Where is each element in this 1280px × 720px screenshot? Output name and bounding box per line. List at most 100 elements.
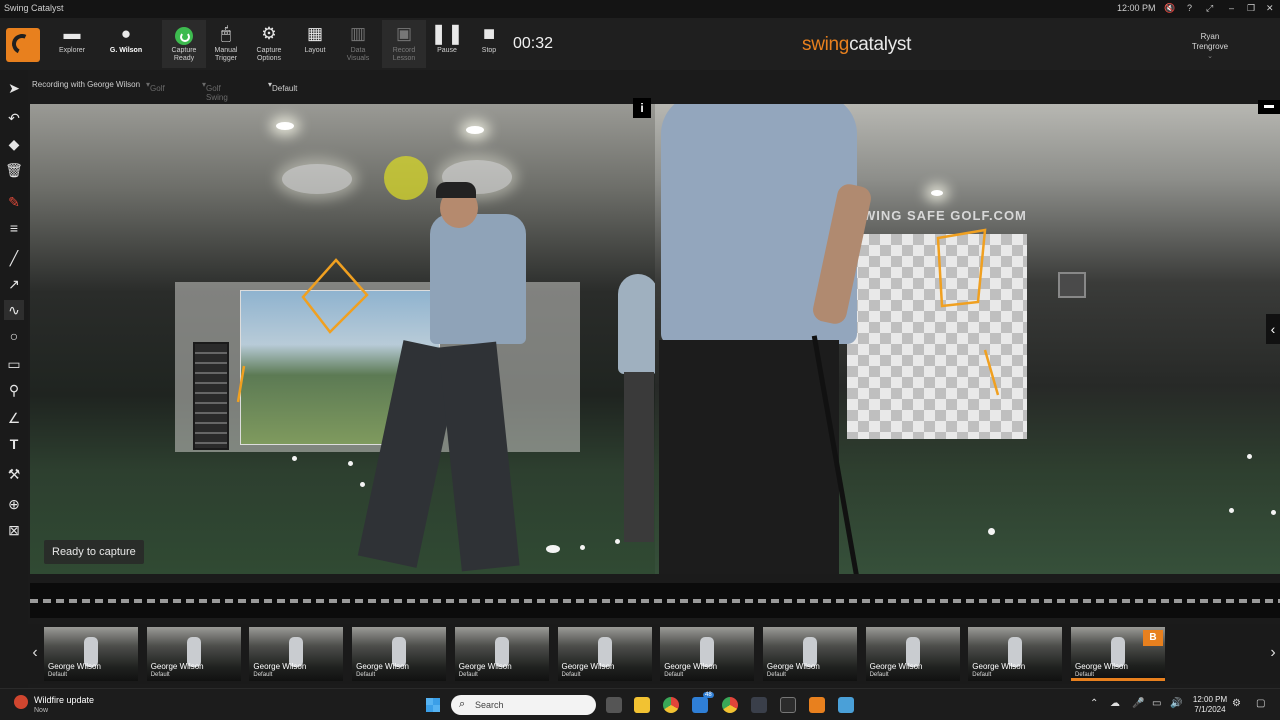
calculator-icon[interactable]	[751, 697, 767, 713]
chrome-profile-icon[interactable]	[722, 697, 738, 713]
thumbnail-name: George Wilson	[253, 662, 307, 671]
manual-trigger-button[interactable]: 🖱 Manual Trigger	[206, 20, 246, 68]
network-icon[interactable]: ▭	[1152, 698, 1161, 709]
swing-catalyst-icon[interactable]	[809, 697, 825, 713]
undo-icon[interactable]: ↶	[4, 108, 24, 128]
eraser-icon[interactable]: ◆	[4, 134, 24, 154]
info-icon[interactable]: i	[633, 98, 651, 118]
thumbnail-name: George Wilson	[869, 662, 923, 671]
text-tool-icon[interactable]: T	[4, 434, 24, 454]
capture-options-button[interactable]: ⚙ Capture Options	[249, 20, 289, 68]
preset-dropdown[interactable]: ▾ Default	[268, 80, 297, 93]
volume-icon[interactable]: 🔊	[1170, 698, 1182, 709]
ruler-icon[interactable]: ⚒	[4, 464, 24, 484]
stop-button[interactable]: ■ Stop	[472, 20, 506, 68]
folder-icon: ▬	[63, 24, 81, 43]
capture-thumbnail[interactable]: George Wilson Default	[968, 627, 1063, 681]
fullscreen-icon[interactable]: ⤢	[1206, 3, 1213, 14]
chrome-icon[interactable]	[663, 697, 679, 713]
stop-icon: ■	[482, 23, 496, 45]
capture-thumbnail[interactable]: George Wilson Default	[762, 627, 857, 681]
angle-icon[interactable]: ∠	[4, 408, 24, 428]
sport-dropdown[interactable]: ▾ Golf	[146, 80, 165, 93]
mail-icon[interactable]	[692, 697, 708, 713]
minimize-icon[interactable]: –	[1229, 3, 1234, 13]
activity-dropdown[interactable]: ▾ Golf Swing	[202, 80, 228, 102]
capture-thumbnail[interactable]: George Wilson Default	[249, 627, 344, 681]
window-title: Swing Catalyst	[4, 3, 64, 13]
camera-view-left[interactable]: Ready to capture	[30, 104, 655, 574]
trash-icon[interactable]: 🗑	[4, 160, 24, 180]
notification-center-icon[interactable]: ▢	[1256, 698, 1265, 709]
video-area: Ready to capture WING SAFE GOLF.COM i ‹	[30, 98, 1280, 574]
system-clock[interactable]: 12:00 PM 7/1/2024	[1190, 695, 1230, 715]
task-view-icon[interactable]	[606, 697, 622, 713]
chevron-right-icon[interactable]: ›	[1266, 644, 1280, 662]
camera-view-right[interactable]: WING SAFE GOLF.COM	[655, 104, 1280, 574]
capture-status: Ready to capture	[44, 540, 144, 564]
capture-thumbnail[interactable]: George Wilson Default	[146, 627, 241, 681]
color-pen-icon[interactable]: ✎	[4, 192, 24, 212]
rectangle-icon[interactable]: ▭	[4, 354, 24, 374]
mic-icon[interactable]: 🎤	[1132, 698, 1144, 709]
thumbnail-preset: Default	[561, 672, 581, 678]
taskbar-search[interactable]: ⌕ Search	[451, 695, 596, 715]
pause-button[interactable]: ❚❚ Pause	[430, 20, 464, 68]
chevron-left-icon[interactable]: ‹	[1266, 314, 1280, 344]
thumbnail-name: George Wilson	[150, 662, 204, 671]
search-icon: ⌕	[459, 698, 466, 710]
line-tool-icon[interactable]: ╱	[4, 248, 24, 268]
chevron-left-icon[interactable]: ‹	[28, 644, 42, 662]
settings-icon[interactable]: ⚙	[1232, 698, 1241, 709]
arrow-line-icon[interactable]: ↗	[4, 274, 24, 294]
line-width-icon[interactable]: ≡	[4, 218, 24, 238]
terminal-icon[interactable]	[780, 697, 796, 713]
title-clock: 12:00 PM	[1117, 3, 1156, 13]
thumbnail-name: George Wilson	[458, 662, 512, 671]
capture-thumbnail[interactable]: George Wilson Default	[352, 627, 447, 681]
mute-icon[interactable]: 🔇	[1164, 3, 1175, 14]
user-button[interactable]: ● G. Wilson	[102, 20, 150, 68]
windows-start-icon[interactable]	[426, 698, 440, 712]
compare-b-badge[interactable]: B	[1143, 630, 1163, 646]
power-icon	[175, 27, 193, 45]
capture-thumbnail[interactable]: George Wilson Default	[44, 627, 138, 681]
body-track-icon[interactable]: ⚲	[4, 380, 24, 400]
pause-icon: ❚❚	[430, 23, 464, 45]
close-icon[interactable]: ✕	[1266, 3, 1274, 14]
mail-badge: 48	[703, 692, 714, 698]
tray-overflow-icon[interactable]: ⌃	[1090, 698, 1098, 709]
panel-toggle-icon[interactable]	[1258, 100, 1280, 114]
operator-last-name: Trengrove	[1191, 42, 1229, 51]
brand-logo: swingcatalyst	[802, 34, 912, 55]
thumbnail-name: George Wilson	[356, 662, 410, 671]
chart-icon: ▥	[349, 24, 367, 43]
freehand-icon[interactable]: ∿	[4, 300, 24, 320]
operator-menu[interactable]: Ryan Trengrove ⌄	[1180, 32, 1240, 62]
calc-app-icon[interactable]	[838, 697, 854, 713]
capture-ready-button[interactable]: Capture Ready	[162, 20, 206, 68]
file-explorer-icon[interactable]	[634, 697, 650, 713]
data-visuals-button[interactable]: ▥ Data Visuals	[338, 20, 378, 68]
record-lesson-button[interactable]: ▣ Record Lesson	[382, 20, 426, 68]
timeline-track[interactable]	[30, 599, 1280, 603]
select-arrow-icon[interactable]: ➤	[4, 78, 24, 98]
thumbnail-name: George Wilson	[48, 662, 101, 671]
cloud-icon[interactable]: ☁	[1110, 698, 1120, 709]
capture-thumbnail[interactable]: George Wilson Default	[454, 627, 549, 681]
capture-thumbnail[interactable]: George Wilson Default	[660, 627, 755, 681]
explorer-button[interactable]: ▬ Explorer	[52, 20, 92, 68]
restore-icon[interactable]: ❐	[1247, 3, 1255, 14]
help-icon[interactable]: ?	[1187, 3, 1192, 13]
circle-icon[interactable]: ○	[4, 326, 24, 346]
drawing-tools: ➤ ↶ ◆ 🗑 ✎ ≡ ╱ ↗ ∿ ○ ▭ ⚲ ∠ T ⚒ ⊕ ⊠	[0, 70, 28, 688]
capture-thumbnail[interactable]: George Wilson Default	[557, 627, 652, 681]
operator-first-name: Ryan	[1200, 32, 1220, 41]
capture-thumbnail[interactable]: George Wilson Default	[865, 627, 960, 681]
zoom-icon[interactable]: ⊕	[4, 494, 24, 514]
gear-icon: ⚙	[261, 24, 277, 43]
grid-overlay-icon[interactable]: ⊠	[4, 520, 24, 540]
timeline[interactable]	[30, 583, 1280, 618]
layout-button[interactable]: ▦ Layout	[296, 20, 334, 68]
annotation-layer	[236, 258, 369, 403]
